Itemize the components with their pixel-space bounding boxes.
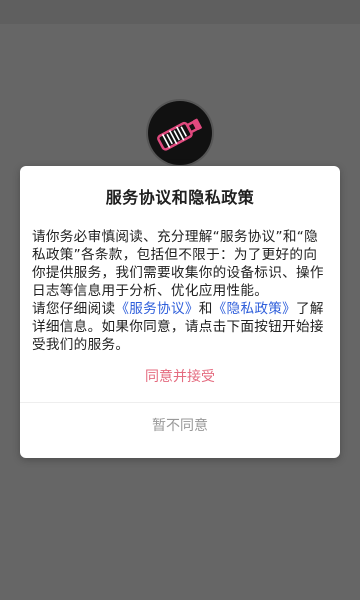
and-text: 和 bbox=[198, 301, 213, 317]
disagree-button[interactable]: 暂不同意 bbox=[20, 406, 340, 446]
agree-button[interactable]: 同意并接受 bbox=[20, 360, 340, 394]
privacy-dialog: 服务协议和隐私政策 请你务必审慎阅读、充分理解“服务协议”和“隐私政策”各条款，… bbox=[20, 166, 340, 458]
bottle-logo-icon bbox=[148, 101, 212, 165]
terms-links-paragraph: 请您仔细阅读《服务协议》和《隐私政策》了解详细信息。如果你同意，请点击下面按钮开… bbox=[32, 300, 328, 354]
terms-notice-paragraph: 请你务必审慎阅读、充分理解“服务协议”和“隐私政策”各条款，包括但不限于：为了更… bbox=[32, 229, 324, 299]
links-prefix-text: 请您仔细阅读 bbox=[32, 301, 116, 317]
button-divider bbox=[20, 402, 340, 403]
privacy-policy-link[interactable]: 《隐私政策》 bbox=[213, 301, 296, 317]
service-agreement-link[interactable]: 《服务协议》 bbox=[115, 301, 198, 317]
dialog-title: 服务协议和隐私政策 bbox=[105, 188, 255, 207]
dialog-body: 请你务必审慎阅读、充分理解“服务协议”和“隐私政策”各条款，包括但不限于：为了更… bbox=[32, 228, 328, 354]
